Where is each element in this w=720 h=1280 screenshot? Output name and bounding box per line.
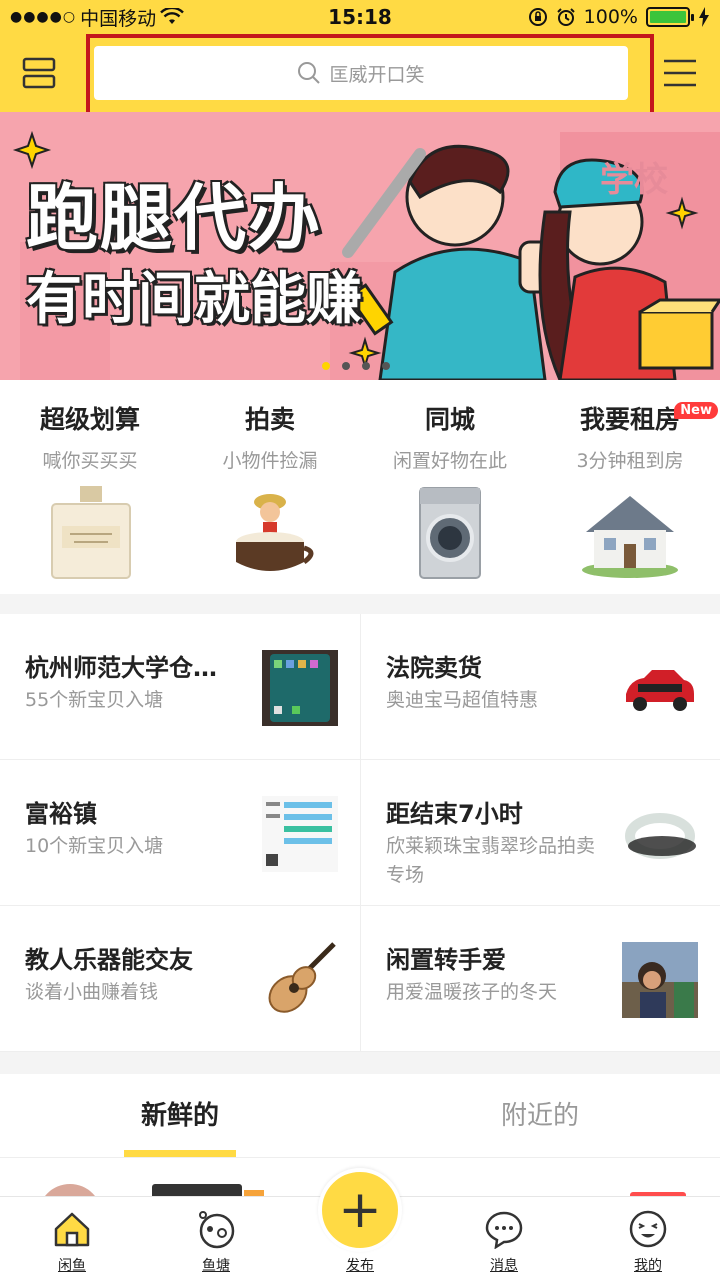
- card-subtitle: 欣莱颖珠宝翡翠珍品拍卖专场: [386, 835, 596, 886]
- card-charity-resale[interactable]: 闲置转手爱 用爱温暖孩子的冬天: [360, 906, 720, 1052]
- new-badge: New: [674, 402, 718, 419]
- banner-pagination: [322, 362, 390, 370]
- card-hangzhou-normal-university[interactable]: 杭州师范大学仓前校区 55个新宝贝入塘: [0, 614, 360, 760]
- nav-xianyu[interactable]: 闲鱼: [0, 1197, 144, 1280]
- category-title: 拍卖: [244, 405, 295, 434]
- perfume-bottle-icon: [51, 486, 131, 579]
- tab-nearby[interactable]: 附近的: [360, 1074, 720, 1157]
- menu-icon[interactable]: [662, 58, 698, 88]
- publish-button[interactable]: +: [318, 1168, 402, 1252]
- face-icon: [629, 1210, 667, 1248]
- card-jade-auction[interactable]: 距结束7小时 欣莱颖珠宝翡翠珍品拍卖专场: [360, 760, 720, 906]
- battery-percent: 100%: [583, 6, 638, 28]
- card-title: 距结束7小时: [386, 800, 523, 828]
- card-music-lessons[interactable]: 教人乐器能交友 谈着小曲赚着钱: [0, 906, 360, 1052]
- scan-categories-icon[interactable]: [22, 56, 56, 90]
- wifi-icon: [160, 8, 184, 24]
- battery-icon: [646, 7, 694, 27]
- card-subtitle: 55个新宝贝入塘: [25, 689, 164, 711]
- status-bar: ●●●●○ 中国移动 15:18 100%: [0, 0, 720, 34]
- banner-subtitle: 有时间就能赚: [26, 267, 362, 332]
- nav-label: 消息: [490, 1258, 518, 1274]
- figurine-cup-icon: [236, 494, 314, 571]
- banner-dot: [342, 362, 350, 370]
- nav-label: 鱼塘: [202, 1258, 230, 1274]
- plus-icon: +: [338, 1180, 382, 1240]
- banner-dot: [382, 362, 390, 370]
- tab-fresh[interactable]: 新鲜的: [0, 1074, 360, 1157]
- category-title: 同城: [424, 405, 475, 434]
- promo-banner[interactable]: 学校 跑腿代办 有时间就能赚: [0, 112, 720, 380]
- category-same-city[interactable]: 同城 闲置好物在此: [360, 380, 540, 594]
- category-row: 超级划算 喊你买买买 拍卖 小物件捡漏 同城 闲置好物在此 我要租房 New 3…: [0, 380, 720, 594]
- house-icon: [582, 496, 678, 578]
- card-title: 闲置转手爱: [386, 946, 506, 974]
- category-subtitle: 小物件捡漏: [222, 450, 318, 472]
- banner-school-sign: 学校: [600, 160, 668, 200]
- guitar-thumbnail: [268, 942, 336, 1013]
- nav-fish-pond[interactable]: 鱼塘: [144, 1197, 288, 1280]
- signal-dots: ●●●●○: [10, 9, 77, 25]
- banner-title: 跑腿代办: [26, 176, 323, 260]
- charging-bolt-icon: [699, 7, 709, 27]
- nav-label: 闲鱼: [58, 1258, 86, 1274]
- screenshot-thumbnail: [262, 796, 338, 872]
- chat-icon: [485, 1211, 523, 1249]
- feed-tabs: 新鲜的 附近的: [0, 1074, 720, 1158]
- card-title: 杭州师范大学仓前校区: [25, 654, 240, 682]
- card-title: 富裕镇: [25, 800, 97, 828]
- home-icon: [54, 1212, 90, 1247]
- nav-label: 我的: [634, 1258, 662, 1274]
- category-subtitle: 闲置好物在此: [392, 450, 507, 472]
- carrier-name: 中国移动: [80, 7, 157, 30]
- category-title: 超级划算: [39, 405, 140, 434]
- feature-grid: 杭州师范大学仓前校区 55个新宝贝入塘 法院卖货 奥迪宝马超值特惠 富裕镇 10…: [0, 614, 720, 1052]
- category-auction[interactable]: 拍卖 小物件捡漏: [180, 380, 360, 594]
- card-title: 教人乐器能交友: [25, 946, 193, 974]
- search-bar[interactable]: 匡威开口笑: [94, 46, 628, 100]
- category-rent-house[interactable]: 我要租房 New 3分钟租到房: [540, 380, 720, 594]
- child-photo-thumbnail: [622, 942, 698, 1018]
- card-court-sale[interactable]: 法院卖货 奥迪宝马超值特惠: [360, 614, 720, 760]
- washing-machine-icon: [419, 487, 481, 579]
- phone-thumbnail: [262, 650, 338, 726]
- search-placeholder: 匡威开口笑: [329, 63, 425, 86]
- card-subtitle: 用爱温暖孩子的冬天: [386, 981, 558, 1003]
- status-left: ●●●●○ 中国移动: [10, 4, 184, 31]
- status-right: 100%: [528, 6, 710, 28]
- nav-messages[interactable]: 消息: [432, 1197, 576, 1280]
- orientation-lock-icon: [528, 8, 547, 26]
- nav-profile[interactable]: 我的: [576, 1197, 720, 1280]
- banner-dot: [362, 362, 370, 370]
- category-subtitle: 3分钟租到房: [576, 450, 684, 472]
- nav-label: 发布: [346, 1258, 374, 1274]
- red-car-thumbnail: [626, 670, 694, 711]
- jade-bangle-thumbnail: [625, 813, 696, 859]
- category-super-deal[interactable]: 超级划算 喊你买买买: [0, 380, 180, 594]
- category-subtitle: 喊你买买买: [42, 450, 138, 472]
- card-subtitle: 奥迪宝马超值特惠: [386, 689, 539, 711]
- card-fuyu-town[interactable]: 富裕镇 10个新宝贝入塘: [0, 760, 360, 906]
- top-header: 匡威开口笑: [0, 34, 720, 116]
- search-icon: [298, 62, 321, 84]
- banner-dot-active: [322, 362, 330, 370]
- fish-pond-icon: [199, 1211, 235, 1249]
- card-subtitle: 谈着小曲赚着钱: [25, 981, 159, 1003]
- alarm-icon: [556, 8, 575, 26]
- card-subtitle: 10个新宝贝入塘: [25, 835, 164, 857]
- card-title: 法院卖货: [386, 654, 482, 682]
